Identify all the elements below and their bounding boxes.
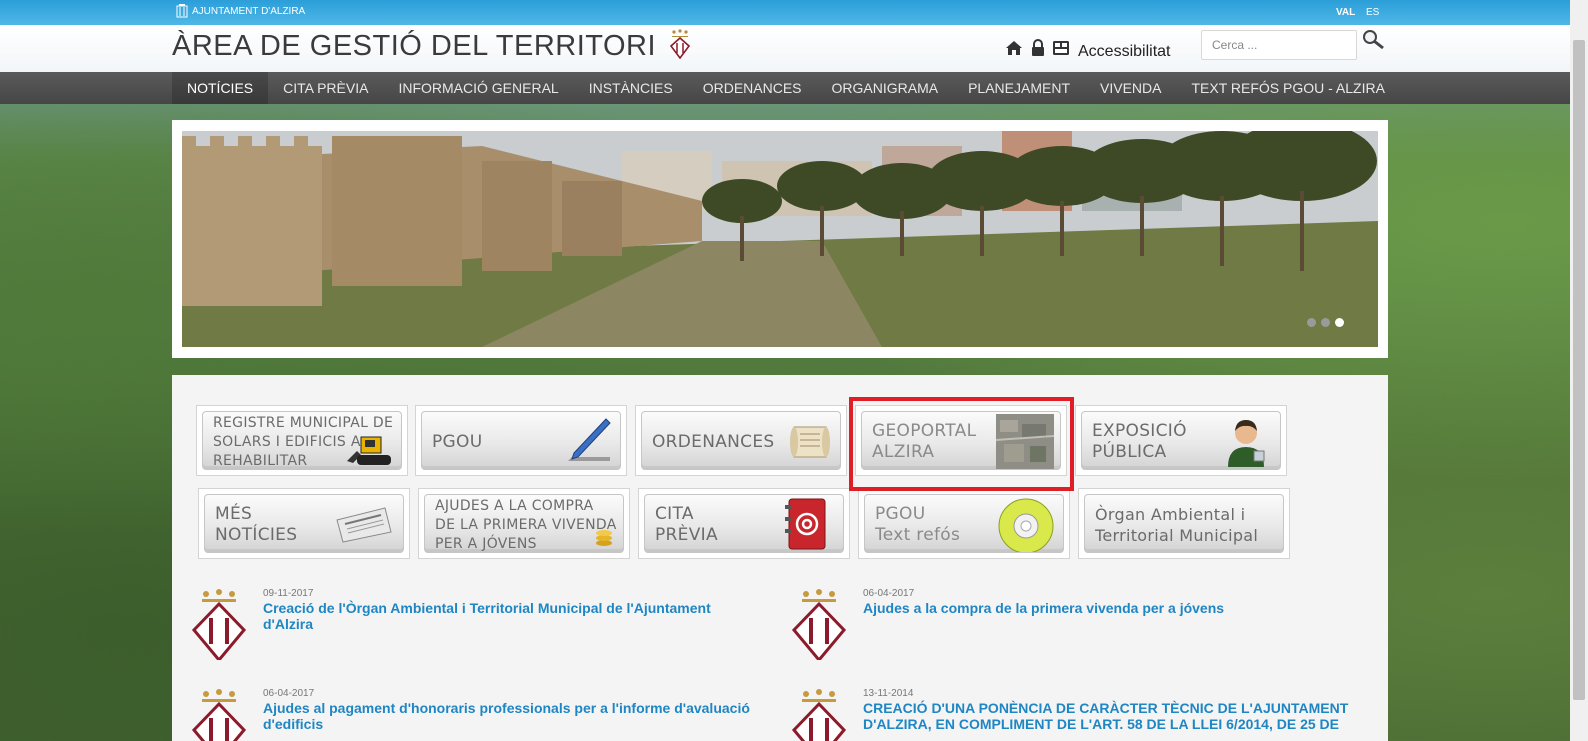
nav-item-ordenances[interactable]: ORDENANCES: [688, 72, 817, 104]
news-date: 06-04-2017: [263, 688, 315, 699]
tile-pgou[interactable]: PGOU: [415, 405, 627, 476]
org-link[interactable]: AJUNTAMENT D'ALZIRA: [176, 4, 305, 18]
org-name: AJUNTAMENT D'ALZIRA: [192, 5, 306, 17]
lock-icon[interactable]: [1029, 39, 1047, 57]
lang-val-link[interactable]: VAL: [1336, 7, 1355, 18]
tile-cita-previa-label: CITA PRÈVIA: [655, 504, 718, 545]
lang-es-link[interactable]: ES: [1366, 7, 1379, 18]
slider-dot-1[interactable]: [1307, 318, 1316, 327]
tile-pgou-label: PGOU: [432, 432, 483, 452]
tile-registre-solars-button: REGISTRE MUNICIPAL DE SOLARS I EDIFICIS …: [202, 411, 402, 470]
nav-item-cita-previa[interactable]: CITA PRÈVIA: [268, 72, 383, 104]
site-header: ÀREA DE GESTIÓ DEL TERRITORI Accessibili…: [0, 25, 1588, 72]
nav-item-instancies[interactable]: INSTÀNCIES: [574, 72, 688, 104]
nav-item-vivenda[interactable]: VIVENDA: [1085, 72, 1176, 104]
tile-mes-noticies-button: MÉS NOTÍCIES: [204, 494, 404, 553]
tile-cita-previa-button: CITA PRÈVIA: [644, 494, 844, 553]
city-walls-photo: [182, 131, 1378, 347]
coins-icon: [596, 530, 612, 546]
accessibility-link[interactable]: Accessibilitat: [1078, 43, 1170, 61]
tile-exposicio-publica-button: EXPOSICIÓ PÚBLICA: [1081, 411, 1281, 470]
search-input[interactable]: [1201, 30, 1357, 60]
nav-item-text-refos[interactable]: TEXT REFÓS PGOU - ALZIRA: [1176, 72, 1399, 104]
tile-pgou-button: PGOU: [421, 411, 621, 470]
nav-item-organigrama[interactable]: ORGANIGRAMA: [817, 72, 954, 104]
news-title-link[interactable]: Ajudes a la compra de la primera vivenda…: [863, 600, 1363, 616]
ruler-pencil-icon: [568, 418, 611, 461]
nav-item-noticies[interactable]: NOTÍCIES: [172, 72, 269, 104]
tile-ajudes-compra-button: AJUDES A LA COMPRA DE LA PRIMERA VIVENDA…: [424, 494, 624, 553]
news-date: 06-04-2017: [863, 588, 915, 599]
news-title-link[interactable]: Creació de l'Òrgan Ambiental i Territori…: [263, 600, 763, 632]
news-title-link[interactable]: CREACIÓ D'UNA PONÈNCIA DE CARÀCTER TÈCNI…: [863, 700, 1353, 732]
city-crest-icon: [792, 689, 846, 741]
news-date: 09-11-2017: [263, 588, 314, 599]
nav-item-informacio-general[interactable]: INFORMACIÓ GENERAL: [383, 72, 573, 104]
scrollbar-thumb[interactable]: [1573, 40, 1585, 700]
tile-pgou-text-refos-button: PGOU Text refós: [864, 494, 1064, 553]
slider-image[interactable]: [182, 131, 1378, 347]
home-icon[interactable]: [1005, 39, 1023, 57]
bulldozer-icon: [347, 436, 391, 465]
tile-ordenances-label: ORDENANCES: [652, 432, 775, 452]
site-title[interactable]: ÀREA DE GESTIÓ DEL TERRITORI: [172, 30, 656, 63]
keyboard-icon[interactable]: [1052, 39, 1070, 57]
tile-exposicio-publica[interactable]: EXPOSICIÓ PÚBLICA: [1075, 405, 1287, 476]
tile-pgou-text-refos[interactable]: PGOU Text refós: [858, 488, 1070, 559]
tile-ordenances-button: ORDENANCES: [641, 411, 841, 470]
main-nav: NOTÍCIES CITA PRÈVIA INFORMACIÓ GENERAL …: [0, 72, 1588, 104]
top-bar: AJUNTAMENT D'ALZIRA VAL ES: [0, 0, 1588, 25]
tile-organ-ambiental-label: Òrgan Ambiental i Territorial Municipal: [1095, 505, 1259, 545]
nav-items: NOTÍCIES CITA PRÈVIA INFORMACIÓ GENERAL …: [172, 72, 1388, 104]
slider-dot-3[interactable]: [1335, 318, 1344, 327]
tile-ajudes-compra-label: AJUDES A LA COMPRA DE LA PRIMERA VIVENDA…: [435, 498, 617, 552]
tile-mes-noticies-label: MÉS NOTÍCIES: [215, 504, 298, 545]
search-icon[interactable]: [1360, 28, 1386, 52]
tile-organ-ambiental-button: Òrgan Ambiental i Territorial Municipal: [1084, 494, 1284, 553]
news-title-link[interactable]: Ajudes al pagament d'honoraris professio…: [263, 700, 763, 732]
tile-pgou-text-refos-label: PGOU Text refós: [875, 504, 961, 545]
news-date: 13-11-2014: [863, 688, 914, 699]
tile-ajudes-compra[interactable]: AJUDES A LA COMPRA DE LA PRIMERA VIVENDA…: [418, 488, 630, 559]
page-scrollbar[interactable]: [1570, 0, 1588, 741]
scroll-icon: [790, 426, 830, 458]
city-crest-icon: [192, 689, 246, 741]
tile-registre-solars[interactable]: REGISTRE MUNICIPAL DE SOLARS I EDIFICIS …: [196, 405, 408, 476]
tile-cita-previa[interactable]: CITA PRÈVIA: [638, 488, 850, 559]
hero-slider: [172, 120, 1388, 358]
tile-organ-ambiental[interactable]: Òrgan Ambiental i Territorial Municipal: [1078, 488, 1290, 559]
tile-exposicio-publica-label: EXPOSICIÓ PÚBLICA: [1092, 421, 1187, 462]
slider-dot-2[interactable]: [1321, 318, 1330, 327]
address-book-icon: [785, 498, 826, 550]
tile-ordenances[interactable]: ORDENANCES: [635, 405, 847, 476]
city-crest-icon: [669, 29, 691, 59]
person-icon: [1228, 420, 1265, 467]
city-crest-icon: [192, 589, 246, 660]
city-crest-icon: [792, 589, 846, 660]
tile-mes-noticies[interactable]: MÉS NOTÍCIES: [198, 488, 410, 559]
cd-icon: [998, 498, 1054, 552]
newspaper-icon: [336, 507, 392, 543]
crest-icon: [176, 4, 188, 18]
nav-item-planejament[interactable]: PLANEJAMENT: [953, 72, 1085, 104]
slider-dots: [1307, 318, 1344, 327]
highlight-annotation: [849, 397, 1074, 491]
